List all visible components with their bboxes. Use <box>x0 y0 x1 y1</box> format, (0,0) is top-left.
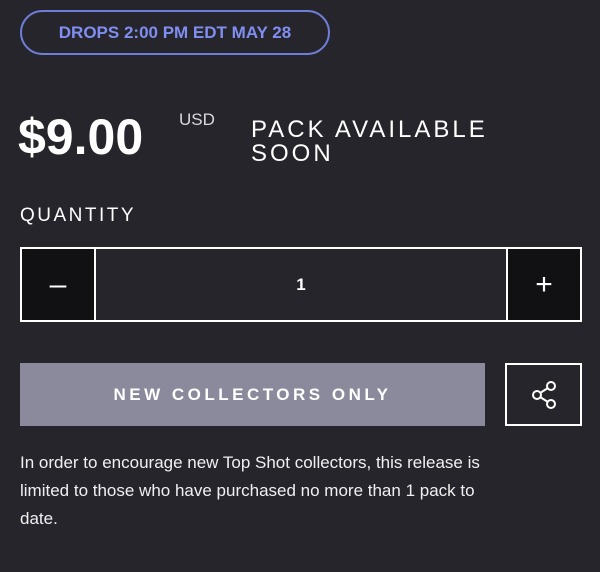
decrement-button[interactable]: – <box>22 249 96 320</box>
quantity-input[interactable]: 1 <box>96 249 506 320</box>
quantity-stepper: – 1 + <box>20 247 582 322</box>
plus-icon: + <box>535 267 553 301</box>
increment-button[interactable]: + <box>506 249 580 320</box>
pack-status: PACK AVAILABLE SOON <box>251 116 488 167</box>
quantity-label: QUANTITY <box>20 205 137 226</box>
cta-label: NEW COLLECTORS ONLY <box>113 384 392 404</box>
minus-icon: – <box>49 267 67 301</box>
quantity-value: 1 <box>296 274 306 294</box>
drop-date-badge: DROPS 2:00 PM EDT MAY 28 <box>20 10 330 55</box>
share-icon <box>531 380 556 409</box>
share-button[interactable] <box>505 363 582 426</box>
drop-date-label: DROPS 2:00 PM EDT MAY 28 <box>58 22 292 42</box>
new-collectors-only-button[interactable]: NEW COLLECTORS ONLY <box>20 363 485 426</box>
price-amount: $9.00 <box>18 109 144 165</box>
price-currency: USD <box>179 110 215 129</box>
eligibility-note: In order to encourage new Top Shot colle… <box>20 453 480 528</box>
